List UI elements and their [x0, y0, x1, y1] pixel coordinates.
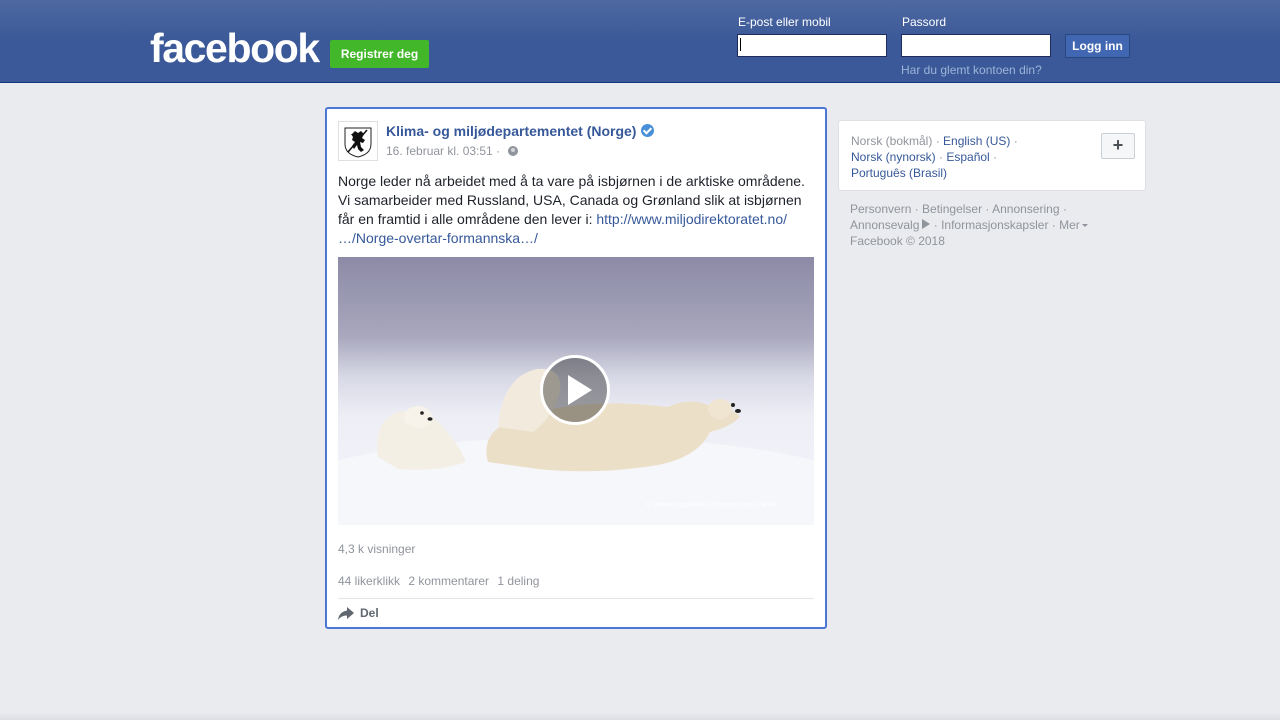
- divider: [338, 598, 814, 599]
- password-label: Passord: [902, 15, 947, 29]
- current-language: Norsk (bokmål): [851, 134, 933, 148]
- copyright: Facebook © 2018: [850, 234, 945, 248]
- post-timestamp[interactable]: 16. februar kl. 03:51 ·: [386, 144, 500, 158]
- globe-icon: [508, 146, 519, 156]
- footer-link-privacy[interactable]: Personvern: [850, 202, 911, 216]
- text-cursor: [740, 38, 741, 51]
- post-card: Klima- og miljødepartementet (Norge) 16.…: [325, 107, 827, 629]
- page-name[interactable]: Klima- og miljødepartementet (Norge): [386, 123, 655, 139]
- forgot-account-link[interactable]: Har du glemt kontoen din?: [901, 63, 1042, 77]
- post-text: Norge leder nå arbeidet med å ta vare på…: [338, 172, 813, 248]
- page-avatar[interactable]: [338, 121, 378, 161]
- email-field[interactable]: [737, 34, 887, 57]
- email-label: E-post eller mobil: [738, 15, 831, 29]
- facebook-logo[interactable]: facebook: [150, 26, 320, 70]
- video-player[interactable]: © Steven Kazlowski / Naturepl.com / WWF: [338, 257, 814, 525]
- play-button[interactable]: [540, 355, 610, 425]
- post-link-part2[interactable]: …/Norge-overtar-formannska…/: [338, 230, 538, 246]
- verified-badge-icon: [641, 124, 655, 137]
- share-count[interactable]: 1 deling: [497, 574, 539, 588]
- language-list: Norsk (bokmål) · English (US) · Norsk (n…: [851, 134, 1018, 180]
- view-count: 4,3 k visninger: [338, 542, 416, 556]
- language-espanol[interactable]: Español: [946, 150, 989, 164]
- footer-link-advertising[interactable]: Annonsering: [992, 202, 1059, 216]
- footer-link-cookies[interactable]: Informasjonskapsler: [941, 218, 1048, 232]
- login-button[interactable]: Logg inn: [1065, 34, 1130, 58]
- bottom-shade: [0, 712, 1280, 720]
- footer-link-more[interactable]: Mer: [1059, 218, 1088, 232]
- language-norsk-nynorsk[interactable]: Norsk (nynorsk): [851, 150, 936, 164]
- footer-link-adchoices[interactable]: Annonsevalg: [850, 218, 931, 232]
- chevron-down-icon: [1081, 224, 1088, 227]
- coat-of-arms-icon: [344, 127, 372, 158]
- share-button[interactable]: Del: [338, 606, 379, 620]
- language-selector: Norsk (bokmål) · English (US) · Norsk (n…: [838, 120, 1146, 191]
- footer-link-terms[interactable]: Betingelser: [922, 202, 982, 216]
- footer-links: Personvern · Betingelser · Annonsering ·…: [850, 201, 1140, 249]
- add-language-button[interactable]: +: [1101, 133, 1135, 159]
- post-meta: 16. februar kl. 03:51 ·: [386, 144, 519, 158]
- share-arrow-icon: [338, 606, 354, 620]
- adchoices-icon: [922, 219, 931, 229]
- language-english-us[interactable]: English (US): [943, 134, 1010, 148]
- comment-count[interactable]: 2 kommentarer: [408, 574, 489, 588]
- password-field[interactable]: [901, 34, 1051, 57]
- footer-link-adchoices-label[interactable]: Annonsevalg: [850, 218, 919, 232]
- post-link-part1[interactable]: http://www.miljodirektoratet.no/: [596, 211, 787, 227]
- register-button[interactable]: Registrer deg: [330, 40, 429, 68]
- language-portugues-brasil[interactable]: Português (Brasil): [851, 166, 947, 180]
- post-stats: 44 likerklikk 2 kommentarer 1 deling: [338, 574, 544, 588]
- page-name-text[interactable]: Klima- og miljødepartementet (Norge): [386, 123, 636, 139]
- video-watermark: © Steven Kazlowski / Naturepl.com / WWF: [645, 502, 778, 509]
- footer-link-more-label[interactable]: Mer: [1059, 218, 1080, 232]
- like-count[interactable]: 44 likerklikk: [338, 574, 400, 588]
- share-label[interactable]: Del: [360, 606, 379, 620]
- top-bar: facebook Registrer deg E-post eller mobi…: [0, 0, 1280, 83]
